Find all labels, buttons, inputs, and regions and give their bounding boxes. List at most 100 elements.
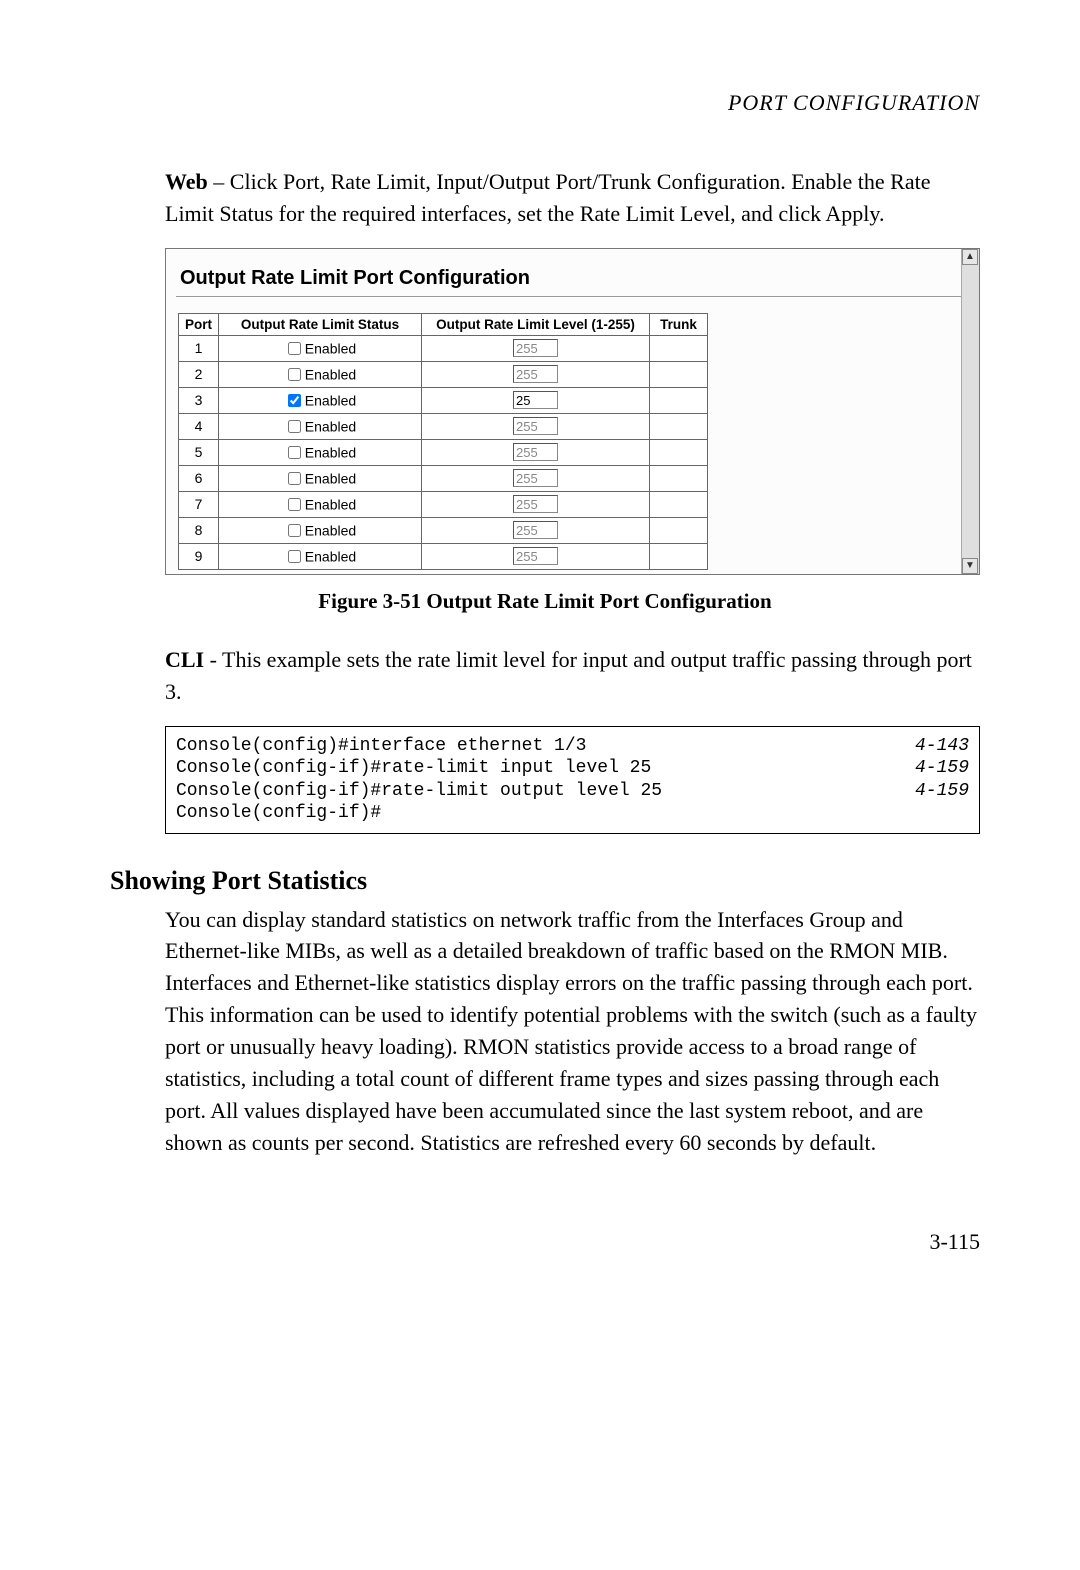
cli-command: Console(config)#interface ethernet 1/3 [176, 735, 586, 758]
cell-level [422, 387, 650, 413]
table-row: 5 Enabled [179, 439, 708, 465]
cli-intro-rest: - This example sets the rate limit level… [165, 647, 972, 704]
cell-level [422, 439, 650, 465]
enabled-checkbox[interactable] [288, 342, 301, 355]
cli-box: Console(config)#interface ethernet 1/3 4-… [165, 726, 980, 834]
cli-command: Console(config-if)#rate-limit output lev… [176, 780, 662, 803]
level-input[interactable] [513, 521, 558, 539]
rate-limit-table: Port Output Rate Limit Status Output Rat… [178, 313, 708, 570]
cell-level [422, 335, 650, 361]
cli-page-ref [949, 802, 969, 825]
cli-command: Console(config-if)#rate-limit input leve… [176, 757, 651, 780]
th-status: Output Rate Limit Status [219, 313, 422, 335]
cell-status: Enabled [219, 335, 422, 361]
rate-limit-panel: Output Rate Limit Port Configuration Por… [165, 248, 980, 575]
enabled-checkbox[interactable] [288, 394, 301, 407]
level-input[interactable] [513, 469, 558, 487]
cell-port: 3 [179, 387, 219, 413]
enabled-label: Enabled [305, 444, 356, 460]
cell-port: 2 [179, 361, 219, 387]
enabled-checkbox[interactable] [288, 368, 301, 381]
scroll-up-icon[interactable]: ▲ [962, 249, 978, 265]
cell-port: 8 [179, 517, 219, 543]
cell-trunk [650, 413, 708, 439]
cell-trunk [650, 491, 708, 517]
enabled-label: Enabled [305, 392, 356, 408]
intro-rest: Click Port, Rate Limit, Input/Output Por… [165, 169, 930, 226]
level-input[interactable] [513, 365, 558, 383]
cell-level [422, 517, 650, 543]
enabled-label: Enabled [305, 366, 356, 382]
enabled-label: Enabled [305, 470, 356, 486]
table-row: 1 Enabled [179, 335, 708, 361]
cell-status: Enabled [219, 439, 422, 465]
cell-level [422, 465, 650, 491]
level-input[interactable] [513, 391, 558, 409]
section-heading: Showing Port Statistics [110, 866, 980, 896]
cell-status: Enabled [219, 465, 422, 491]
cli-intro: CLI - This example sets the rate limit l… [165, 644, 980, 708]
th-trunk: Trunk [650, 313, 708, 335]
th-port: Port [179, 313, 219, 335]
cell-level [422, 543, 650, 569]
level-input[interactable] [513, 495, 558, 513]
enabled-checkbox[interactable] [288, 524, 301, 537]
cell-trunk [650, 439, 708, 465]
cell-status: Enabled [219, 543, 422, 569]
level-input[interactable] [513, 417, 558, 435]
enabled-checkbox[interactable] [288, 472, 301, 485]
cli-intro-lead: CLI [165, 647, 204, 672]
running-header: PORT CONFIGURATION [110, 90, 980, 116]
cli-page-ref: 4-159 [895, 780, 969, 803]
cli-line: Console(config-if)#rate-limit input leve… [176, 757, 969, 780]
cli-line: Console(config-if)# [176, 802, 969, 825]
figure-caption: Figure 3-51 Output Rate Limit Port Confi… [110, 589, 980, 614]
cell-trunk [650, 465, 708, 491]
table-row: 3 Enabled [179, 387, 708, 413]
level-input[interactable] [513, 547, 558, 565]
cell-status: Enabled [219, 361, 422, 387]
cli-page-ref: 4-159 [895, 757, 969, 780]
scroll-down-icon[interactable]: ▼ [962, 558, 978, 574]
cli-line: Console(config-if)#rate-limit output lev… [176, 780, 969, 803]
enabled-checkbox[interactable] [288, 550, 301, 563]
enabled-label: Enabled [305, 548, 356, 564]
enabled-checkbox[interactable] [288, 498, 301, 511]
table-row: 7 Enabled [179, 491, 708, 517]
cell-port: 4 [179, 413, 219, 439]
page-number: 3-115 [110, 1229, 980, 1255]
cell-trunk [650, 361, 708, 387]
cell-level [422, 491, 650, 517]
cell-level [422, 361, 650, 387]
enabled-label: Enabled [305, 522, 356, 538]
level-input[interactable] [513, 443, 558, 461]
cell-port: 5 [179, 439, 219, 465]
enabled-label: Enabled [305, 418, 356, 434]
cell-status: Enabled [219, 517, 422, 543]
cli-line: Console(config)#interface ethernet 1/3 4-… [176, 735, 969, 758]
intro-paragraph: Web – Click Port, Rate Limit, Input/Outp… [165, 166, 980, 230]
cell-trunk [650, 335, 708, 361]
vertical-scrollbar[interactable]: ▲ ▼ [961, 249, 979, 574]
cell-port: 7 [179, 491, 219, 517]
cli-page-ref: 4-143 [895, 735, 969, 758]
table-row: 2 Enabled [179, 361, 708, 387]
panel-divider [176, 296, 963, 297]
cell-port: 6 [179, 465, 219, 491]
intro-lead: Web [165, 169, 208, 194]
cell-trunk [650, 387, 708, 413]
th-level: Output Rate Limit Level (1-255) [422, 313, 650, 335]
section-body: You can display standard statistics on n… [165, 904, 980, 1159]
cell-trunk [650, 543, 708, 569]
cell-status: Enabled [219, 413, 422, 439]
table-row: 4 Enabled [179, 413, 708, 439]
cell-port: 1 [179, 335, 219, 361]
level-input[interactable] [513, 339, 558, 357]
cell-status: Enabled [219, 491, 422, 517]
panel-title: Output Rate Limit Port Configuration [180, 267, 963, 290]
enabled-checkbox[interactable] [288, 446, 301, 459]
cell-status: Enabled [219, 387, 422, 413]
enabled-label: Enabled [305, 496, 356, 512]
enabled-checkbox[interactable] [288, 420, 301, 433]
enabled-label: Enabled [305, 340, 356, 356]
